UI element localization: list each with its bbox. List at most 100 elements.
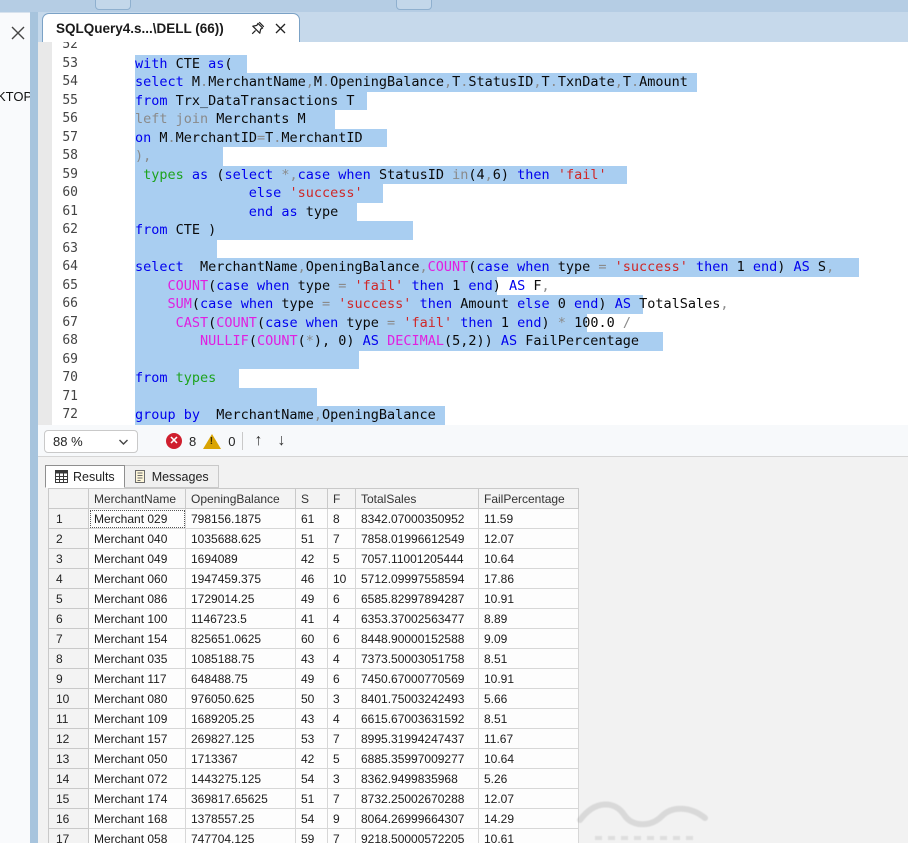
grid-cell[interactable]: Merchant 154 <box>88 628 186 649</box>
grid-cell[interactable]: 6353.37002563477 <box>355 608 479 629</box>
grid-cell[interactable]: 54 <box>295 808 328 829</box>
grid-cell[interactable]: Merchant 086 <box>88 588 186 609</box>
grid-cell[interactable]: 17.86 <box>478 568 579 589</box>
grid-cell[interactable]: 10.61 <box>478 828 579 843</box>
grid-cell[interactable]: 7373.50003051758 <box>355 648 479 669</box>
grid-cell[interactable]: 43 <box>295 648 328 669</box>
grid-cell[interactable]: 747704.125 <box>185 828 296 843</box>
grid-cell[interactable]: 8 <box>327 508 356 529</box>
grid-cell[interactable]: 8995.31994247437 <box>355 728 479 749</box>
grid-cell[interactable]: 7 <box>327 528 356 549</box>
grid-cell[interactable]: 5 <box>327 548 356 569</box>
next-error-icon[interactable]: ↓ <box>273 432 289 450</box>
grid-cell[interactable]: 5.26 <box>478 768 579 789</box>
grid-cell[interactable]: 61 <box>295 508 328 529</box>
grid-cell[interactable]: 12.07 <box>478 788 579 809</box>
grid-cell[interactable]: 46 <box>295 568 328 589</box>
grid-cell[interactable]: 3 <box>327 688 356 709</box>
grid-cell[interactable]: 6 <box>327 588 356 609</box>
grid-cell[interactable]: 6 <box>327 668 356 689</box>
panel-splitter[interactable] <box>30 12 38 843</box>
grid-cell[interactable]: Merchant 049 <box>88 548 186 569</box>
row-number[interactable]: 17 <box>48 828 89 843</box>
grid-cell[interactable]: 8732.25002670288 <box>355 788 479 809</box>
row-number[interactable]: 9 <box>48 668 89 689</box>
grid-cell[interactable]: 1694089 <box>185 548 296 569</box>
grid-cell[interactable]: 59 <box>295 828 328 843</box>
grid-cell[interactable]: 8.51 <box>478 648 579 669</box>
grid-cell[interactable]: 51 <box>295 788 328 809</box>
grid-cell[interactable]: 41 <box>295 608 328 629</box>
code-line[interactable]: ), <box>135 147 223 166</box>
grid-cell[interactable]: 42 <box>295 748 328 769</box>
grid-cell[interactable]: Merchant 100 <box>88 608 186 629</box>
column-header[interactable]: FailPercentage <box>478 488 579 509</box>
toolbar-button-partial[interactable] <box>95 0 131 10</box>
code-line[interactable]: from CTE ) <box>135 221 413 240</box>
grid-cell[interactable]: 1713367 <box>185 748 296 769</box>
grid-cell[interactable]: Merchant 168 <box>88 808 186 829</box>
grid-cell[interactable]: 6885.35997009277 <box>355 748 479 769</box>
grid-cell[interactable]: 825651.0625 <box>185 628 296 649</box>
grid-cell[interactable]: 49 <box>295 668 328 689</box>
grid-cell[interactable]: 11.59 <box>478 508 579 529</box>
code-line[interactable]: on M.MerchantID=T.MerchantID <box>135 128 387 148</box>
grid-cell[interactable]: 1378557.25 <box>185 808 296 829</box>
grid-cell[interactable]: 10.64 <box>478 748 579 769</box>
grid-cell[interactable]: 9 <box>327 808 356 829</box>
tab-messages[interactable]: Messages <box>124 465 219 488</box>
pin-icon[interactable] <box>249 20 266 37</box>
grid-cell[interactable]: 7450.67000770569 <box>355 668 479 689</box>
error-icon[interactable]: ✕ <box>166 433 182 449</box>
grid-cell[interactable]: 50 <box>295 688 328 709</box>
grid-cell[interactable]: 976050.625 <box>185 688 296 709</box>
column-header[interactable]: MerchantName <box>88 488 186 509</box>
row-number[interactable]: 11 <box>48 708 89 729</box>
grid-cell[interactable]: 8362.9499835968 <box>355 768 479 789</box>
grid-cell[interactable]: Merchant 060 <box>88 568 186 589</box>
grid-cell[interactable]: 8342.07000350952 <box>355 508 479 529</box>
grid-cell[interactable]: 1443275.125 <box>185 768 296 789</box>
row-number[interactable]: 12 <box>48 728 89 749</box>
grid-cell[interactable]: Merchant 117 <box>88 668 186 689</box>
grid-cell[interactable]: 12.07 <box>478 528 579 549</box>
grid-cell[interactable]: 7858.01996612549 <box>355 528 479 549</box>
grid-cell[interactable]: 369817.65625 <box>185 788 296 809</box>
row-number[interactable]: 3 <box>48 548 89 569</box>
grid-cell[interactable]: 4 <box>327 608 356 629</box>
column-header[interactable]: OpeningBalance <box>185 488 296 509</box>
corner-header[interactable] <box>48 488 89 509</box>
previous-error-icon[interactable]: ↑ <box>250 432 266 450</box>
grid-cell[interactable]: 8064.26999664307 <box>355 808 479 829</box>
grid-cell[interactable]: 269827.125 <box>185 728 296 749</box>
column-header[interactable]: S <box>295 488 328 509</box>
code-line[interactable]: with CTE as( <box>135 54 247 74</box>
grid-cell[interactable]: 60 <box>295 628 328 649</box>
grid-cell[interactable]: 8.89 <box>478 608 579 629</box>
grid-cell[interactable]: 49 <box>295 588 328 609</box>
grid-cell[interactable]: 8448.90000152588 <box>355 628 479 649</box>
grid-cell[interactable]: 6615.67003631592 <box>355 708 479 729</box>
grid-cell[interactable]: 4 <box>327 708 356 729</box>
grid-cell[interactable]: 1689205.25 <box>185 708 296 729</box>
grid-cell[interactable]: Merchant 050 <box>88 748 186 769</box>
code-line[interactable]: select MerchantName,OpeningBalance,COUNT… <box>135 258 859 277</box>
grid-cell[interactable]: 8401.75003242493 <box>355 688 479 709</box>
panel-close-icon[interactable] <box>8 23 28 43</box>
row-number[interactable]: 10 <box>48 688 89 709</box>
grid-cell[interactable]: Merchant 040 <box>88 528 186 549</box>
grid-cell[interactable]: 3 <box>327 768 356 789</box>
grid-cell[interactable]: 8.51 <box>478 708 579 729</box>
code-line[interactable]: NULLIF(COUNT(*), 0) AS DECIMAL(5,2)) AS … <box>135 332 663 351</box>
grid-cell[interactable]: 6585.82997894287 <box>355 588 479 609</box>
sql-editor[interactable]: 52 53 with CTE as(54 select M.MerchantName,… <box>38 42 908 425</box>
row-number[interactable]: 15 <box>48 788 89 809</box>
grid-cell[interactable]: 1146723.5 <box>185 608 296 629</box>
column-header[interactable]: TotalSales <box>355 488 479 509</box>
code-line[interactable]: select M.MerchantName,M.OpeningBalance,T… <box>135 73 697 92</box>
grid-cell[interactable]: 53 <box>295 728 328 749</box>
column-header[interactable]: F <box>327 488 356 509</box>
grid-cell[interactable]: 9218.50000572205 <box>355 828 479 843</box>
grid-cell[interactable]: 10.91 <box>478 668 579 689</box>
row-number[interactable]: 7 <box>48 628 89 649</box>
